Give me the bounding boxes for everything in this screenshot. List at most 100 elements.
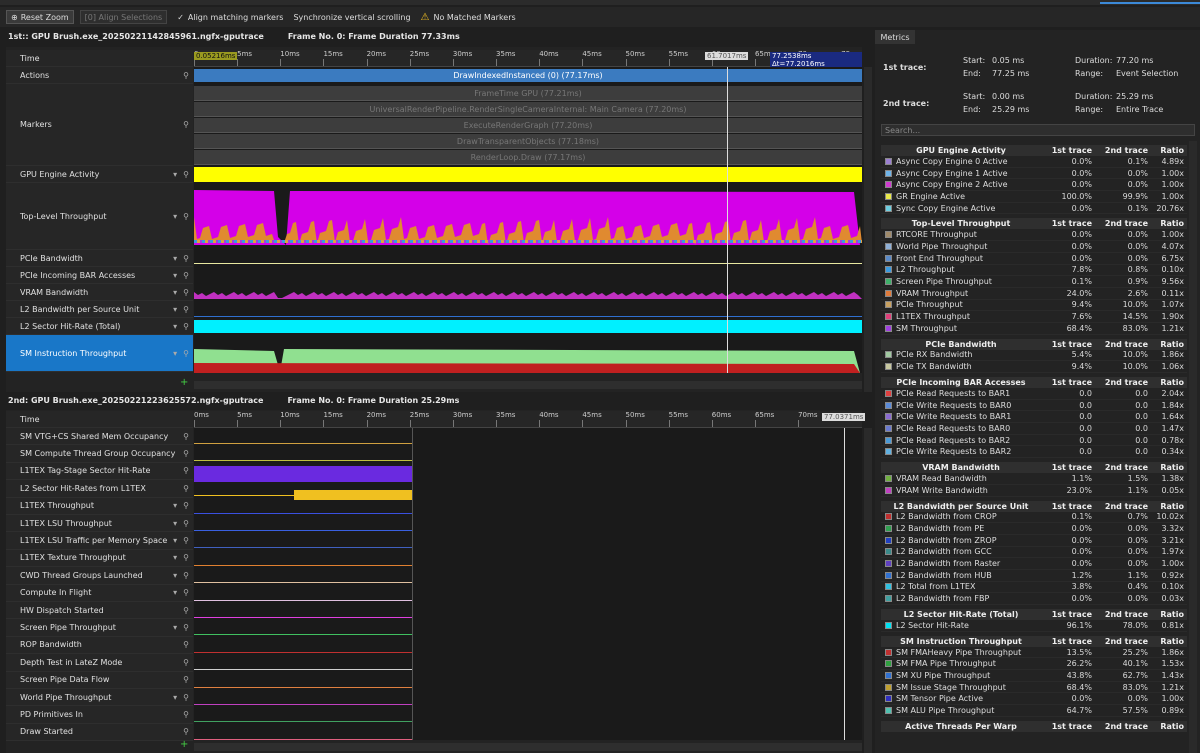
trace2-hscroll[interactable] (194, 743, 862, 751)
trace2-vscroll[interactable] (864, 428, 872, 753)
row-label[interactable]: PD Primitives In ⚲ (6, 706, 193, 724)
dropdown-icon[interactable]: ▾ (173, 519, 177, 528)
dropdown-icon[interactable]: ▾ (173, 693, 177, 702)
metric-row[interactable]: Async Copy Engine 0 Active 0.0% 0.1% 4.89x (881, 156, 1187, 168)
metric-row[interactable]: RTCORE Throughput 0.0% 0.0% 1.00x (881, 229, 1187, 242)
dropdown-icon[interactable]: ▾ (173, 623, 177, 632)
dropdown-icon[interactable]: ▾ (173, 553, 177, 562)
row-label[interactable]: Screen Pipe Throughput ▾ ⚲ (6, 619, 193, 637)
pin-icon[interactable]: ⚲ (183, 623, 189, 632)
row-label[interactable]: GPU Engine Activity ▾ ⚲ (6, 166, 193, 183)
row-label[interactable]: World Pipe Throughput ▾ ⚲ (6, 689, 193, 707)
pin-icon[interactable]: ⚲ (183, 120, 189, 129)
row-label[interactable]: SM VTG+CS Shared Mem Occupancy ⚲ (6, 428, 193, 446)
metrics-group-header[interactable]: PCIe Incoming BAR Accesses 1st trace 2nd t… (881, 377, 1187, 388)
pin-icon[interactable]: ⚲ (183, 675, 189, 684)
row-label[interactable]: L2 Sector Hit-Rates from L1TEX ⚲ (6, 480, 193, 498)
row-label[interactable]: HW Dispatch Started ⚲ (6, 602, 193, 620)
metric-row[interactable]: SM XU Pipe Throughput 43.8% 62.7% 1.43x (881, 670, 1187, 682)
dropdown-icon[interactable]: ▾ (173, 271, 177, 280)
pin-icon[interactable]: ⚲ (183, 271, 189, 280)
metrics-group-header[interactable]: L2 Sector Hit-Rate (Total) 1st trace 2nd t… (881, 609, 1187, 620)
metrics-group-header[interactable]: Active Threads Per Warp 1st trace 2nd trac… (881, 720, 1187, 732)
metric-row[interactable]: Front End Throughput 0.0% 0.0% 6.75x (881, 253, 1187, 265)
dropdown-icon[interactable]: ▾ (173, 170, 177, 179)
col-ratio[interactable]: Ratio (1151, 463, 1187, 472)
metric-row[interactable]: L2 Bandwidth from HUB 1.2% 1.1% 0.92x (881, 570, 1187, 582)
metric-row[interactable]: PCIe Read Requests to BAR1 0.0 0.0 2.04x (881, 388, 1187, 400)
row-label[interactable]: Markers ⚲ (6, 84, 193, 166)
pin-icon[interactable]: ⚲ (183, 727, 189, 736)
row-label[interactable]: L1TEX LSU Throughput ▾ ⚲ (6, 515, 193, 533)
metrics-group-header[interactable]: GPU Engine Activity 1st trace 2nd trace Rat… (881, 145, 1187, 156)
pin-icon[interactable]: ⚲ (183, 571, 189, 580)
col-second[interactable]: 2nd trace (1095, 378, 1151, 387)
row-label[interactable]: PCIe Bandwidth ▾ ⚲ (6, 250, 193, 267)
metric-row[interactable]: SM Throughput 68.4% 83.0% 1.21x (881, 323, 1187, 335)
metric-row[interactable]: L2 Throughput 7.8% 0.8% 0.10x (881, 265, 1187, 277)
row-label[interactable]: L1TEX Tag-Stage Sector Hit-Rate ⚲ (6, 462, 193, 481)
dropdown-icon[interactable]: ▾ (173, 571, 177, 580)
dropdown-icon[interactable]: ▾ (173, 588, 177, 597)
metric-row[interactable]: SM FMAHeavy Pipe Throughput 13.5% 25.2% 1.8… (881, 647, 1187, 659)
col-ratio[interactable]: Ratio (1151, 502, 1187, 511)
metrics-group-header[interactable]: PCIe Bandwidth 1st trace 2nd trace Ratio (881, 338, 1187, 350)
row-label[interactable]: L1TEX Texture Throughput ▾ ⚲ (6, 549, 193, 568)
col-second[interactable]: 2nd trace (1095, 502, 1151, 511)
row-label[interactable]: Draw Started ⚲ (6, 723, 193, 742)
row-label[interactable]: Top-Level Throughput ▾ ⚲ (6, 183, 193, 250)
row-label[interactable]: Screen Pipe Data Flow ⚲ (6, 671, 193, 689)
metric-row[interactable]: SM FMA Pipe Throughput 26.2% 40.1% 1.53x (881, 658, 1187, 671)
metric-row[interactable]: PCIe Write Requests to BAR0 0.0 0.0 1.84x (881, 400, 1187, 412)
trace1-ruler[interactable]: 0ms5ms10ms15ms20ms25ms30ms35ms40ms45ms50… (194, 50, 862, 68)
metrics-vscroll[interactable] (1189, 141, 1197, 753)
cursor-mid-label[interactable]: 61.7017ms (705, 52, 749, 60)
cursor-end-label[interactable]: 77.0371ms (822, 413, 866, 421)
pin-icon[interactable]: ⚲ (183, 305, 189, 314)
col-first[interactable]: 1st trace (1041, 722, 1095, 731)
metric-row[interactable]: SM Issue Stage Throughput 68.4% 83.0% 1.21x (881, 682, 1187, 694)
metrics-group-header[interactable]: Top-Level Throughput 1st trace 2nd trace Ra… (881, 218, 1187, 230)
col-second[interactable]: 2nd trace (1095, 463, 1151, 472)
pin-icon[interactable]: ⚲ (183, 658, 189, 667)
row-label[interactable]: L1TEX Throughput ▾ ⚲ (6, 497, 193, 515)
metric-row[interactable]: Async Copy Engine 2 Active 0.0% 0.0% 1.00x (881, 179, 1187, 192)
row-label[interactable]: L2 Bandwidth per Source Unit ▾ ⚲ (6, 301, 193, 318)
metric-row[interactable]: PCIe Write Requests to BAR1 0.0 0.0 1.64x (881, 411, 1187, 424)
trace1-hscroll[interactable] (194, 381, 862, 389)
col-ratio[interactable]: Ratio (1151, 722, 1187, 731)
metric-row[interactable]: GR Engine Active 100.0% 99.9% 1.00x (881, 191, 1187, 203)
metrics-group-header[interactable]: SM Instruction Throughput 1st trace 2nd tr… (881, 635, 1187, 647)
col-first[interactable]: 1st trace (1041, 219, 1095, 228)
metrics-group-header[interactable]: VRAM Bandwidth 1st trace 2nd trace Ratio (881, 462, 1187, 474)
metric-row[interactable]: VRAM Throughput 24.0% 2.6% 0.11x (881, 288, 1187, 300)
col-second[interactable]: 2nd trace (1095, 146, 1151, 155)
pin-icon[interactable]: ⚲ (183, 606, 189, 615)
col-first[interactable]: 1st trace (1041, 610, 1095, 619)
col-ratio[interactable]: Ratio (1151, 637, 1187, 646)
metric-row[interactable]: L2 Bandwidth from Raster 0.0% 0.0% 1.00x (881, 558, 1187, 570)
dropdown-icon[interactable]: ▾ (173, 322, 177, 331)
metric-row[interactable]: VRAM Read Bandwidth 1.1% 1.5% 1.38x (881, 473, 1187, 485)
pin-icon[interactable]: ⚲ (183, 693, 189, 702)
metric-row[interactable]: PCIe RX Bandwidth 5.4% 10.0% 1.86x (881, 350, 1187, 362)
col-second[interactable]: 2nd trace (1095, 219, 1151, 228)
metric-row[interactable]: L2 Bandwidth from FBP 0.0% 0.0% 0.03x (881, 593, 1187, 605)
tab-metrics[interactable]: Metrics (875, 30, 915, 44)
metric-row[interactable]: Screen Pipe Throughput 0.1% 0.9% 9.56x (881, 276, 1187, 288)
col-first[interactable]: 1st trace (1041, 637, 1095, 646)
pin-icon[interactable]: ⚲ (183, 254, 189, 263)
metric-row[interactable]: PCIe Read Requests to BAR2 0.0 0.0 0.78x (881, 435, 1187, 447)
pin-icon[interactable]: ⚲ (183, 466, 189, 475)
col-second[interactable]: 2nd trace (1095, 340, 1151, 349)
metric-row[interactable]: PCIe Throughput 9.4% 10.0% 1.07x (881, 300, 1187, 312)
metric-row[interactable]: L1TEX Throughput 7.6% 14.5% 1.90x (881, 311, 1187, 323)
pin-icon[interactable]: ⚲ (183, 501, 189, 510)
pin-icon[interactable]: ⚲ (183, 212, 189, 221)
metric-row[interactable]: PCIe Read Requests to BAR0 0.0 0.0 1.47x (881, 423, 1187, 435)
add-row-icon[interactable]: + (180, 739, 188, 750)
metric-row[interactable]: L2 Sector Hit-Rate 96.1% 78.0% 0.81x (881, 620, 1187, 632)
pin-icon[interactable]: ⚲ (183, 288, 189, 297)
row-label[interactable]: CWD Thread Groups Launched ▾ ⚲ (6, 567, 193, 585)
col-ratio[interactable]: Ratio (1151, 146, 1187, 155)
